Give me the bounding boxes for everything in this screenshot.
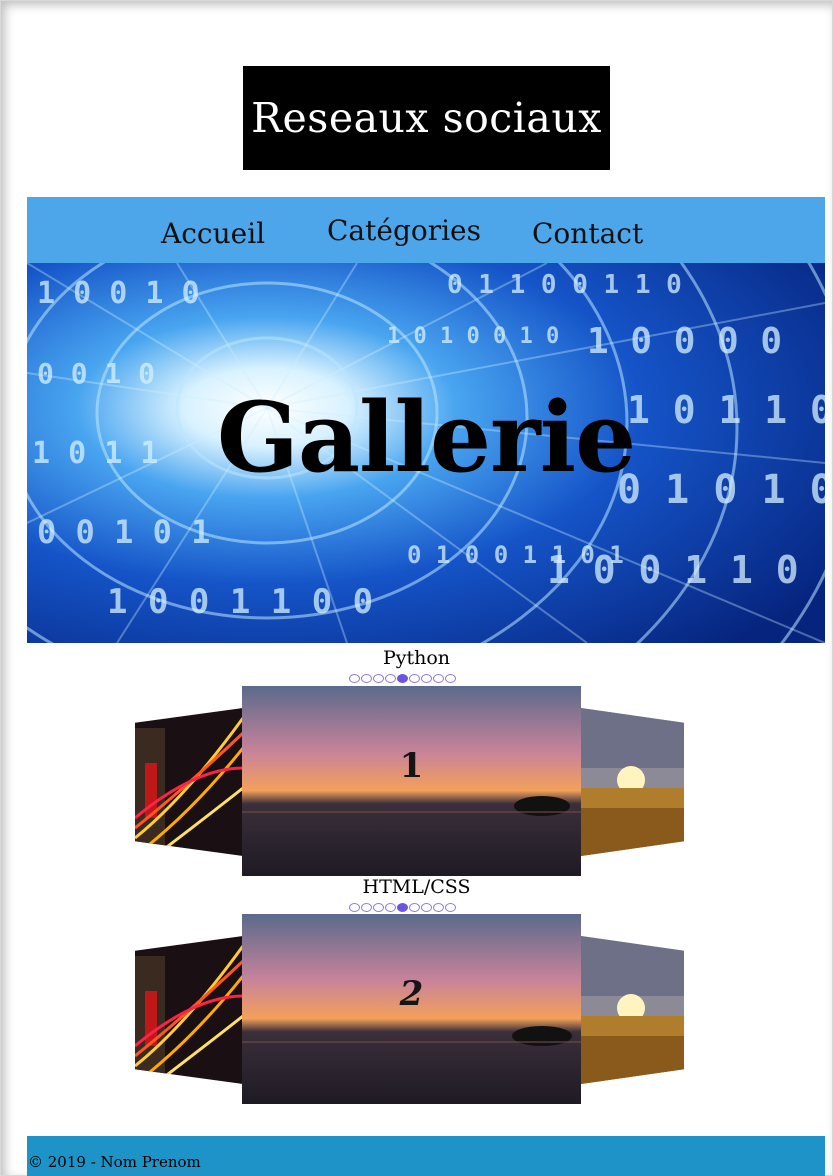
slider-dot[interactable] [409, 903, 420, 912]
slide-next-field[interactable] [581, 708, 684, 856]
slider-dot[interactable] [373, 903, 384, 912]
nav-link-contact[interactable]: Contact [532, 217, 643, 250]
slider-dot[interactable] [349, 903, 360, 912]
svg-text:1 0 0 1 0: 1 0 0 1 0 [37, 276, 200, 311]
slide-current[interactable]: 2 [242, 914, 581, 1104]
slider-dot-active[interactable] [397, 674, 408, 683]
svg-text:1 0 0 1 1 0 0: 1 0 0 1 1 0 0 [107, 582, 373, 622]
slider-label-python: Python [382, 647, 451, 669]
slider-dot-active[interactable] [397, 903, 408, 912]
slide-next-field[interactable] [581, 936, 684, 1084]
slide-number: 1 [399, 746, 424, 786]
svg-text:1 0 1 0 0 1 0: 1 0 1 0 0 1 0 [387, 324, 559, 349]
carousel-python[interactable]: 1 [135, 686, 685, 876]
field-sunset-image [581, 936, 684, 1084]
nav-link-categories[interactable]: Catégories [327, 214, 481, 247]
footer-copyright: © 2019 - Nom Prenom [28, 1153, 201, 1171]
slider-dot[interactable] [385, 674, 396, 683]
svg-text:0 1 0 0 1 1 0 1: 0 1 0 0 1 1 0 1 [407, 541, 624, 569]
site-title-text: Reseaux sociaux [251, 94, 602, 142]
slider-dot[interactable] [445, 903, 456, 912]
svg-text:0 0 1 0 1: 0 0 1 0 1 [37, 513, 210, 551]
slider-dot[interactable] [433, 903, 444, 912]
slider-dot[interactable] [349, 674, 360, 683]
nav-link-accueil[interactable]: Accueil [161, 217, 265, 250]
slider-dot[interactable] [433, 674, 444, 683]
slider-dot[interactable] [373, 674, 384, 683]
slider-dot[interactable] [409, 674, 420, 683]
nav-bar: Accueil Catégories Contact [27, 197, 825, 263]
hero-title: Gallerie [216, 381, 636, 494]
svg-text:1 0 0 0 0: 1 0 0 0 0 [587, 321, 782, 362]
slide-current[interactable]: 1 [242, 686, 581, 876]
city-light-trails-image [135, 708, 243, 856]
slider-label-htmlcss: HTML/CSS [362, 876, 471, 898]
slider-dot[interactable] [445, 674, 456, 683]
field-sunset-image [581, 708, 684, 856]
footer: © 2019 - Nom Prenom [27, 1136, 825, 1176]
slider-dots-python [349, 674, 456, 683]
city-light-trails-image [135, 936, 243, 1084]
slide-prev-city[interactable] [135, 708, 243, 856]
hero-banner: 1 0 0 1 0 0 1 1 0 0 1 1 0 1 0 0 0 0 1 0 … [27, 263, 825, 643]
slider-dot[interactable] [385, 903, 396, 912]
carousel-htmlcss[interactable]: 2 [135, 914, 685, 1104]
slide-prev-city[interactable] [135, 936, 243, 1084]
slider-dots-htmlcss [349, 903, 456, 912]
slider-dot[interactable] [361, 903, 372, 912]
slide-number: 2 [399, 974, 424, 1014]
slider-dot[interactable] [421, 674, 432, 683]
site-title: Reseaux sociaux [243, 66, 610, 170]
svg-text:0 1 1 0 0 1 1 0: 0 1 1 0 0 1 1 0 [447, 270, 682, 300]
slider-dot[interactable] [421, 903, 432, 912]
slider-dot[interactable] [361, 674, 372, 683]
